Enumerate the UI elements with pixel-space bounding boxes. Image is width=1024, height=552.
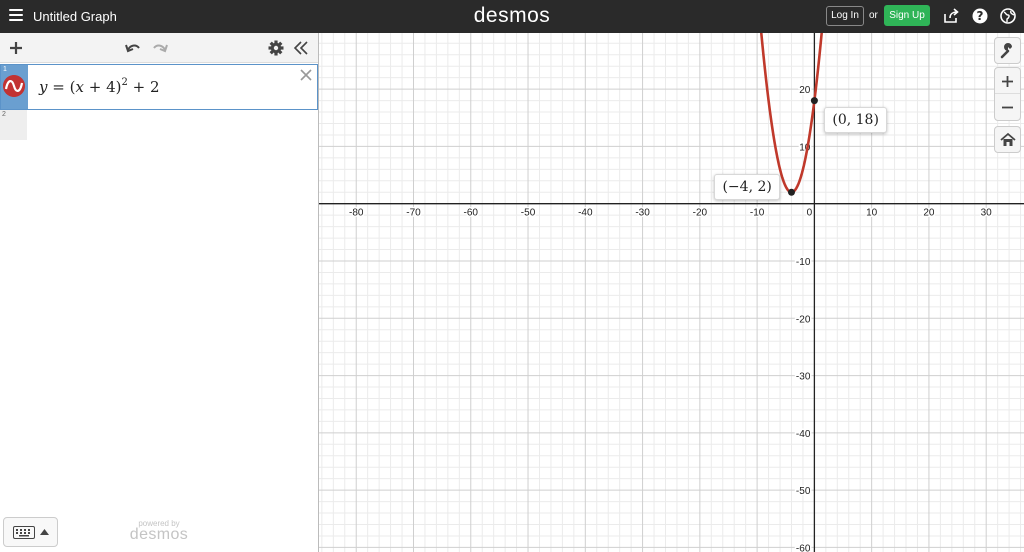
keyboard-toggle-button[interactable] xyxy=(3,517,58,547)
share-icon[interactable] xyxy=(942,7,960,25)
menu-icon[interactable] xyxy=(9,9,23,23)
powered-by-desmos: powered by desmos xyxy=(120,519,198,544)
x-tick-label: -30 xyxy=(635,208,650,219)
signup-button[interactable]: Sign Up xyxy=(884,5,930,26)
login-button[interactable]: Log In xyxy=(826,6,864,26)
plus-icon xyxy=(1002,76,1013,87)
x-tick-label: -10 xyxy=(750,208,765,219)
graph-canvas[interactable]: -80 -70 -60 -50 -40 -30 -20 -10 0 10 20 30 20 10 -10 -2… xyxy=(319,33,1024,552)
expression-panel: 1 y = (x + 4)2 + 2 2 powered by desmos xyxy=(0,33,319,552)
language-icon[interactable] xyxy=(999,7,1017,25)
graph-settings-button[interactable] xyxy=(994,37,1021,64)
y-tick-label: -20 xyxy=(796,314,811,325)
x-tick-label: -20 xyxy=(693,208,708,219)
add-icon[interactable] xyxy=(7,39,25,57)
y-tick-label: -10 xyxy=(796,257,811,268)
settings-icon[interactable] xyxy=(267,39,285,57)
keyboard-icon xyxy=(13,526,35,539)
or-text: or xyxy=(869,10,878,21)
zoom-in-button[interactable] xyxy=(995,68,1020,94)
x-tick-label: -70 xyxy=(406,208,421,219)
point-label[interactable]: (−4, 2) xyxy=(714,174,780,201)
expression-list: 1 y = (x + 4)2 + 2 2 xyxy=(0,64,318,140)
y-tick-label: 20 xyxy=(799,85,811,96)
undo-icon[interactable] xyxy=(124,39,142,57)
powered-by-logo: desmos xyxy=(129,526,189,543)
y-tick-label: -30 xyxy=(796,372,811,383)
collapse-icon[interactable] xyxy=(292,39,310,57)
x-tick-label: 30 xyxy=(981,208,993,219)
graph-title[interactable]: Untitled Graph xyxy=(33,9,117,24)
top-bar: Untitled Graph desmos Log In or Sign Up … xyxy=(0,0,1024,33)
help-icon[interactable]: ? xyxy=(971,7,989,25)
point-marker xyxy=(787,188,795,196)
x-tick-label: -60 xyxy=(464,208,479,219)
expression-number: 2 xyxy=(2,111,6,118)
expression-input[interactable]: y = (x + 4)2 + 2 xyxy=(39,77,160,96)
y-tick-label: -60 xyxy=(796,543,811,552)
expression-gutter: 1 xyxy=(1,65,28,109)
x-tick-label: -40 xyxy=(578,208,593,219)
zoom-out-button[interactable] xyxy=(995,94,1020,120)
svg-text:?: ? xyxy=(977,9,984,23)
y-tick-label: -50 xyxy=(796,486,811,497)
caret-up-icon xyxy=(40,529,49,535)
minus-icon xyxy=(1002,106,1013,109)
x-tick-label: 0 xyxy=(807,208,813,219)
x-tick-label: -80 xyxy=(349,208,364,219)
x-tick-label: -50 xyxy=(521,208,536,219)
expression-item-empty[interactable]: 2 xyxy=(0,110,318,140)
point-marker xyxy=(810,97,818,105)
expression-gutter: 2 xyxy=(0,110,27,140)
y-tick-label: -40 xyxy=(796,429,811,440)
delete-expression-icon[interactable] xyxy=(299,68,313,82)
x-tick-label: 10 xyxy=(866,208,878,219)
expression-number: 1 xyxy=(3,66,7,73)
redo-icon[interactable] xyxy=(151,39,169,57)
graph-color-icon[interactable] xyxy=(3,75,25,97)
graph-svg[interactable]: -80 -70 -60 -50 -40 -30 -20 -10 0 10 20 302010-10-2… xyxy=(319,33,1024,552)
zoom-controls xyxy=(994,67,1021,121)
default-viewport-button[interactable] xyxy=(994,126,1021,153)
point-label[interactable]: (0, 18) xyxy=(824,106,887,133)
wrench-icon xyxy=(1000,43,1012,59)
home-icon xyxy=(1000,132,1016,146)
x-tick-label: 20 xyxy=(923,208,935,219)
minor-gridlines xyxy=(319,33,1024,552)
expression-item[interactable]: 1 y = (x + 4)2 + 2 xyxy=(0,64,318,110)
expression-toolbar xyxy=(0,33,318,63)
